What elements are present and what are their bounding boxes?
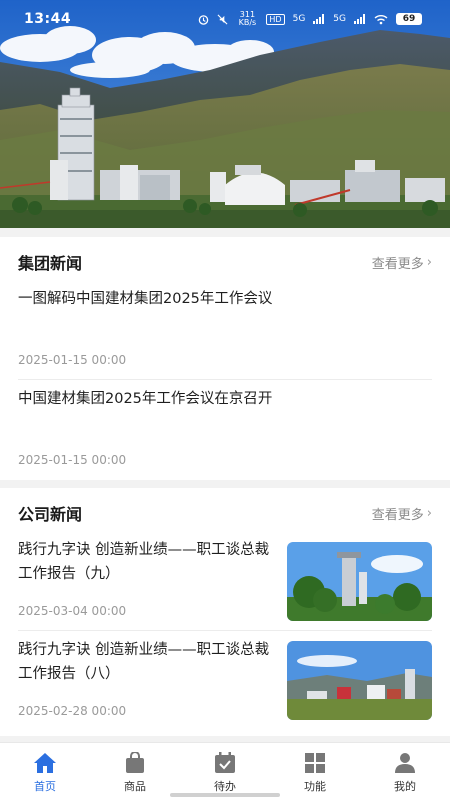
signal-bars-icon [313,14,325,24]
company-news-title: 公司新闻 [18,505,83,524]
news-item[interactable]: 践行九字诀 创造新业绩——职工谈总裁工作报告（八） 2025-02-28 00:… [18,638,432,728]
signal-5g-2: 5G [333,14,346,24]
hero-banner[interactable]: 13:44 311 KB/s HD 5G 5G 69 [0,0,450,228]
tab-label: 我的 [394,780,416,793]
tab-label: 功能 [304,780,326,793]
more-label: 查看更多 [371,256,424,272]
network-speed: 311 KB/s [238,10,257,27]
news-title: 践行九字诀 创造新业绩——职工谈总裁工作报告（九） [18,542,270,582]
news-date: 2025-02-28 00:00 [18,704,127,718]
wifi-icon [374,14,388,25]
tab-label: 商品 [124,780,146,793]
tab-label: 首页 [34,780,56,793]
news-item[interactable]: 中国建材集团2025年工作会议在京召开 2025-01-15 00:00 [18,387,432,477]
news-thumbnail [287,542,432,621]
news-date: 2025-01-15 00:00 [18,353,127,367]
mute-icon [217,14,228,25]
company-news-header: 公司新闻 查看更多 › [18,500,432,526]
news-title: 践行九字诀 创造新业绩——职工谈总裁工作报告（八） [18,642,270,682]
company-news-section: 公司新闻 查看更多 › 践行九字诀 创造新业绩——职工谈总裁工作报告（九） 20… [0,488,450,736]
group-news-title: 集团新闻 [18,254,83,273]
tab-products[interactable]: 商品 [90,743,180,800]
battery-indicator: 69 [396,13,422,25]
news-thumbnail [287,641,432,720]
company-news-more-link[interactable]: 查看更多 › [372,504,432,523]
grid-icon [305,753,325,773]
home-indicator [170,793,280,797]
tab-todo[interactable]: 待办 [180,743,270,800]
signal-5g-1: 5G [292,14,306,24]
divider [18,630,432,631]
alarm-icon [198,14,209,25]
tab-home[interactable]: 首页 [0,743,90,800]
bottom-tab-bar: 首页 商品 待办 功能 我的 [0,742,450,800]
user-icon [395,753,415,773]
tab-label: 待办 [214,780,236,793]
signal-bars-icon-2 [354,14,366,24]
news-date: 2025-01-15 00:00 [18,453,127,467]
chevron-right-icon: › [426,254,432,270]
news-item[interactable]: 践行九字诀 创造新业绩——职工谈总裁工作报告（九） 2025-03-04 00:… [18,538,432,628]
news-title: 一图解码中国建材集团2025年工作会议 [18,291,273,307]
tab-mine[interactable]: 我的 [360,743,450,800]
more-label: 查看更多 [371,507,424,523]
chevron-right-icon: › [426,505,432,521]
status-bar: 13:44 311 KB/s HD 5G 5G 69 [0,0,450,38]
hd-badge: HD [266,13,285,25]
news-item[interactable]: 一图解码中国建材集团2025年工作会议 2025-01-15 00:00 [18,287,432,377]
shopping-bag-icon [126,752,144,773]
tab-functions[interactable]: 功能 [270,743,360,800]
status-time: 13:44 [24,11,72,27]
group-news-section: 集团新闻 查看更多 › 一图解码中国建材集团2025年工作会议 2025-01-… [0,237,450,480]
group-news-header: 集团新闻 查看更多 › [18,249,432,275]
divider [18,379,432,380]
news-title: 中国建材集团2025年工作会议在京召开 [18,391,273,407]
group-news-more-link[interactable]: 查看更多 › [372,253,432,272]
todo-check-icon [215,752,235,773]
news-date: 2025-03-04 00:00 [18,604,127,618]
home-icon [34,753,56,773]
